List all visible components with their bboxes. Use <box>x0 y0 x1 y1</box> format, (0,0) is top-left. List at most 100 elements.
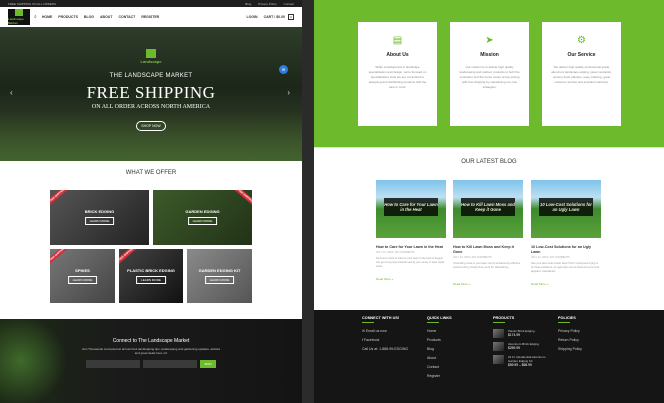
topbar-link-privacy[interactable]: Privacy Policy <box>258 2 277 6</box>
learn-more-button[interactable]: LEARN MORE <box>67 276 98 284</box>
hero-slider: Landscape THE LANDSCAPE MARKET FREE SHIP… <box>0 27 302 161</box>
leaf-icon <box>146 49 156 58</box>
send-icon: ➤ <box>485 35 494 46</box>
blog-post-image[interactable]: 10 Low-Cost Solutions for an Ugly Lawn <box>531 180 601 238</box>
blog-post-excerpt: Has your lawn seen better days? Don't ov… <box>531 262 600 273</box>
footer-link-contact[interactable]: Contact <box>427 365 452 369</box>
free-shipping-ribbon: FREE SHIPPING <box>50 190 69 206</box>
footer-link-shipping-policy[interactable]: Shipping Policy <box>558 347 582 351</box>
footer-link-products[interactable]: Products <box>427 338 452 342</box>
features-section: ▤ About Us While a background in landsca… <box>314 0 664 147</box>
free-shipping-ribbon: FREE SHIPPING <box>119 249 138 265</box>
learn-more-button[interactable]: LEARN MORE <box>136 276 166 284</box>
product-thumbnail <box>493 355 504 364</box>
blog-section: OUR LATEST BLOG How to Care for Your Law… <box>314 147 664 310</box>
nav-item-blog[interactable]: BLOG <box>84 15 94 19</box>
offer-tile-garden-edging-kit[interactable]: GARDEN EDGING KIT LEARN MORE <box>187 249 252 303</box>
footer-connect: CONNECT WITH US! ✉ Email us now f Facebo… <box>362 316 409 351</box>
blog-post-meta: JULY 12, 2019 | NO COMMENTS <box>531 256 570 259</box>
footer-policies: POLICIES Privacy Policy Return Policy Sh… <box>558 316 582 351</box>
blog-post[interactable]: How to Kill Lawn Moss and Keep it Gone H… <box>453 180 523 286</box>
email-link[interactable]: ✉ Email us now <box>362 329 408 333</box>
top-bar: FREE SHIPPING ON ALL ORDERS Blog Privacy… <box>0 0 302 7</box>
blog-post-image[interactable]: How to Kill Lawn Moss and Keep it Gone <box>453 180 523 238</box>
homepage-bottom-screenshot: ▤ About Us While a background in landsca… <box>314 0 664 403</box>
learn-more-button[interactable]: LEARN MORE <box>84 217 115 225</box>
footer-product[interactable]: 24 Ft. Residential Aluminum Garden Edgin… <box>493 355 553 367</box>
footer-products: PRODUCTS Plastic Brick Edging $174.99 Alu… <box>493 316 553 371</box>
blog-post-title[interactable]: 10 Low-Cost Solutions for an Ugly Lawn <box>531 245 601 255</box>
offer-title: WHAT WE OFFER <box>125 170 177 176</box>
nav-item-home[interactable]: HOME <box>42 15 53 19</box>
facebook-link[interactable]: f Facebook <box>362 338 408 342</box>
newsletter-text: Join Thousands connected at across their… <box>81 347 221 355</box>
nav-item-contact[interactable]: CONTACT <box>118 15 135 19</box>
topbar-link-contact[interactable]: Contact <box>284 2 294 6</box>
newsletter-title: Connect to The Landscape Market <box>112 338 190 344</box>
footer-quick-links: QUICK LINKS Home Products Blog About Con… <box>427 316 452 378</box>
blog-post-title[interactable]: How to Kill Lawn Moss and Keep it Gone <box>453 245 523 255</box>
blog-post-title[interactable]: How to Care for Your Lawn in the Heat <box>376 245 446 250</box>
shop-now-button[interactable]: SHOP NOW <box>136 121 166 131</box>
phone-text: Call Us at: 1-888-99-EDGING <box>362 347 409 351</box>
product-thumbnail <box>493 342 504 351</box>
footer-link-about[interactable]: About <box>427 356 452 360</box>
newsletter-name-input[interactable] <box>86 360 140 368</box>
free-shipping-ribbon: FREE SHIPPING <box>233 190 252 206</box>
learn-more-button[interactable]: LEARN MORE <box>187 217 218 225</box>
feature-text: Our mission is to deliver high quality l… <box>459 65 520 89</box>
chat-icon[interactable]: ✉ <box>279 65 288 74</box>
blog-post[interactable]: How to Care for Your Lawn in the Heat Ho… <box>376 180 446 281</box>
gears-icon: ⚙ <box>577 35 586 46</box>
blog-title: OUR LATEST BLOG <box>461 159 517 165</box>
hero-headline: FREE SHIPPING <box>86 83 216 102</box>
newsletter-email-input[interactable] <box>143 360 197 368</box>
topbar-link-blog[interactable]: Blog <box>245 2 251 6</box>
newsletter-form: SIGN <box>86 360 216 368</box>
login-link[interactable]: LOGIN <box>247 15 258 19</box>
newsletter-submit-button[interactable]: SIGN <box>200 360 216 368</box>
offer-tile-plastic-brick-edging[interactable]: FREE SHIPPING PLASTIC BRICK EDGING LEARN… <box>119 249 183 303</box>
blog-post-meta: JULY 12, 2019 | NO COMMENTS <box>453 256 492 259</box>
offer-tile-brick-edging[interactable]: FREE SHIPPING BRICK EDGING LEARN MORE <box>50 190 149 245</box>
footer-link-privacy-policy[interactable]: Privacy Policy <box>558 329 582 333</box>
footer-link-register[interactable]: Register <box>427 374 452 378</box>
offer-section: WHAT WE OFFER FREE SHIPPING BRICK EDGING… <box>0 161 302 319</box>
offer-tile-garden-edging[interactable]: FREE SHIPPING GARDEN EDGING LEARN MORE <box>153 190 252 245</box>
nav-item-products[interactable]: PRODUCTS <box>58 15 78 19</box>
footer-product[interactable]: Plastic Brick Edging $174.99 <box>493 329 553 338</box>
learn-more-button[interactable]: LEARN MORE <box>204 276 235 284</box>
slider-next-icon[interactable]: › <box>287 88 290 97</box>
nav-item-register[interactable]: REGISTER <box>141 15 159 19</box>
hero-logo: Landscape <box>139 49 163 69</box>
main-nav: Landscape Market ⌕ HOME PRODUCTS BLOG AB… <box>0 7 302 27</box>
feature-card-mission: ➤ Mission Our mission is to deliver high… <box>450 22 529 126</box>
cart-icon[interactable]: 0 <box>288 14 294 20</box>
footer-link-return-policy[interactable]: Return Policy <box>558 338 582 342</box>
footer-link-home[interactable]: Home <box>427 329 452 333</box>
blog-post[interactable]: 10 Low-Cost Solutions for an Ugly Lawn 1… <box>531 180 601 286</box>
blog-post-excerpt: Summer is here to care for your lawn in … <box>376 257 445 268</box>
site-logo[interactable]: Landscape Market <box>8 9 30 25</box>
document-icon: ▤ <box>392 35 403 46</box>
product-thumbnail <box>493 329 504 338</box>
slider-prev-icon[interactable]: ‹ <box>10 88 13 97</box>
cart-link[interactable]: CART / $0.00 <box>264 15 285 19</box>
footer-link-blog[interactable]: Blog <box>427 347 452 351</box>
newsletter-section: Connect to The Landscape Market Join Tho… <box>0 319 302 403</box>
read-more-link[interactable]: Read More » <box>453 282 523 286</box>
footer-product[interactable]: Aluminum Brick Edging $259.99 <box>493 342 553 351</box>
homepage-top-screenshot: FREE SHIPPING ON ALL ORDERS Blog Privacy… <box>0 0 302 403</box>
blog-post-meta: JULY 12, 2019 | NO COMMENTS <box>376 251 415 254</box>
offer-tile-spikes[interactable]: FREE SHIPPING SPIKES LEARN MORE <box>50 249 115 303</box>
blog-post-excerpt: Controlling moss in your lawn can be ach… <box>453 262 521 269</box>
read-more-link[interactable]: Read More » <box>531 282 601 286</box>
hero-subtitle: THE LANDSCAPE MARKET <box>109 73 193 79</box>
read-more-link[interactable]: Read More » <box>376 277 446 281</box>
blog-post-image[interactable]: How to Care for Your Lawn in the Heat <box>376 180 446 238</box>
logo-icon <box>15 9 23 16</box>
feature-title: About Us <box>386 52 409 58</box>
feature-text: We deliver high quality professional gra… <box>551 65 612 84</box>
nav-item-about[interactable]: ABOUT <box>100 15 112 19</box>
feature-title: Mission <box>480 52 499 58</box>
